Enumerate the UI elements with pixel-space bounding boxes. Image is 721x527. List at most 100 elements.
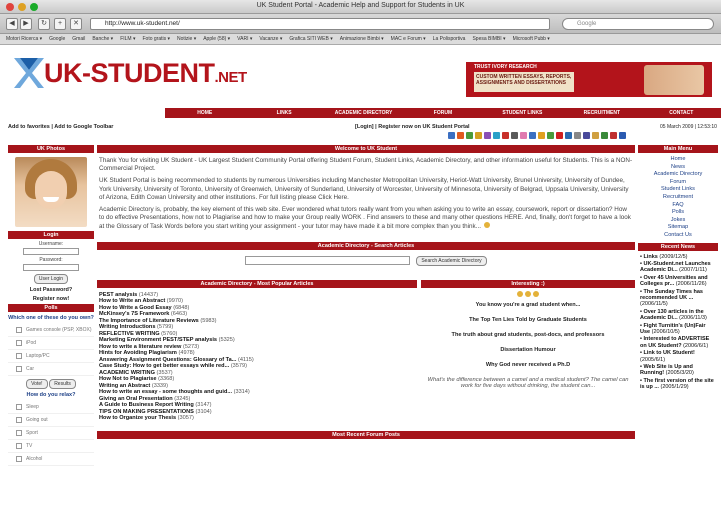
- nav-item-home[interactable]: HOME: [165, 108, 244, 118]
- checkbox[interactable]: [16, 340, 22, 346]
- checkbox[interactable]: [16, 417, 22, 423]
- share-icon[interactable]: [556, 132, 563, 139]
- poll-option[interactable]: TV: [8, 440, 94, 453]
- share-icon[interactable]: [601, 132, 608, 139]
- poll-option[interactable]: Laptop/PC: [8, 350, 94, 363]
- bookmark-item[interactable]: Notizie ▾: [177, 34, 196, 44]
- news-item[interactable]: • Links (2009/12/5): [640, 254, 716, 260]
- bookmark-item[interactable]: Spesa BIMBI ▾: [472, 34, 505, 44]
- search-directory-button[interactable]: Search Academic Directory: [416, 255, 487, 266]
- share-icon[interactable]: [547, 132, 554, 139]
- news-item[interactable]: • Web Site is Up and Running! (2005/3/20…: [640, 364, 716, 377]
- bookmark-item[interactable]: Microsoft Pubb ▾: [513, 34, 550, 44]
- share-icon[interactable]: [583, 132, 590, 139]
- poll-option[interactable]: Sleep: [8, 401, 94, 414]
- bookmark-item[interactable]: Gmail: [72, 34, 85, 44]
- url-input[interactable]: http://www.uk-student.net/: [90, 18, 550, 30]
- nav-item-forum[interactable]: FORUM: [403, 108, 482, 118]
- news-item[interactable]: • The Sunday Times has recommended UK ..…: [640, 289, 716, 308]
- menu-item-faq[interactable]: FAQ: [638, 202, 718, 210]
- news-item[interactable]: • The first version of the site is up ..…: [640, 378, 716, 391]
- bookmark-item[interactable]: Apple (58) ▾: [203, 34, 230, 44]
- bookmark-item[interactable]: Grafica SITI WEB ▾: [289, 34, 332, 44]
- menu-item-news[interactable]: News: [638, 164, 718, 172]
- checkbox[interactable]: [16, 327, 22, 333]
- menu-item-jokes[interactable]: Jokes: [638, 217, 718, 225]
- news-item[interactable]: • Interested to ADVERTISE on UK Student?…: [640, 336, 716, 349]
- nav-item-contact[interactable]: CONTACT: [642, 108, 721, 118]
- bookmark-item[interactable]: FILM ▾: [120, 34, 135, 44]
- share-icon[interactable]: [529, 132, 536, 139]
- reload-icon[interactable]: ↻: [38, 18, 50, 30]
- share-icon[interactable]: [493, 132, 500, 139]
- share-icon[interactable]: [502, 132, 509, 139]
- x-icon[interactable]: ✕: [70, 18, 82, 30]
- interesting-link[interactable]: The truth about grad students, post-docs…: [421, 332, 635, 338]
- menu-item-home[interactable]: Home: [638, 156, 718, 164]
- bookmark-item[interactable]: La Polisportiva: [433, 34, 466, 44]
- nav-item-student-links[interactable]: STUDENT LINKS: [483, 108, 562, 118]
- share-icon[interactable]: [457, 132, 464, 139]
- poll-option[interactable]: Games console (PSP, XBOX): [8, 324, 94, 337]
- login-register-links[interactable]: [Login] | Register now on UK Student Por…: [355, 124, 470, 130]
- bookmark-item[interactable]: Google: [49, 34, 65, 44]
- share-icon[interactable]: [565, 132, 572, 139]
- add-bookmark-icon[interactable]: +: [54, 18, 66, 30]
- results-button[interactable]: Results: [49, 379, 76, 389]
- forward-icon[interactable]: ▶: [20, 18, 32, 30]
- poll-option[interactable]: iPod: [8, 337, 94, 350]
- menu-item-recruitment[interactable]: Recruitment: [638, 194, 718, 202]
- share-icon[interactable]: [484, 132, 491, 139]
- nav-item-links[interactable]: LINKS: [244, 108, 323, 118]
- bookmark-item[interactable]: Animazione Bimbi ▾: [340, 34, 384, 44]
- menu-item-forum[interactable]: Forum: [638, 179, 718, 187]
- register-link[interactable]: Register now!: [8, 296, 94, 302]
- poll-option[interactable]: Car: [8, 363, 94, 376]
- bookmark-item[interactable]: Foto gratis ▾: [142, 34, 170, 44]
- share-icon[interactable]: [538, 132, 545, 139]
- ad-banner[interactable]: TRUST IVORY RESEARCH CUSTOM WRITTEN ESSA…: [466, 62, 712, 97]
- share-icon[interactable]: [592, 132, 599, 139]
- menu-item-sitemap[interactable]: Sitemap: [638, 224, 718, 232]
- user-login-button[interactable]: User Login: [33, 274, 69, 284]
- favorites-links[interactable]: Add to favorites | Add to Google Toolbar: [8, 124, 113, 130]
- share-icon[interactable]: [475, 132, 482, 139]
- news-item[interactable]: • Fight Turnitin's (Un)Fair Use (2006/10…: [640, 323, 716, 336]
- bookmark-item[interactable]: Banche ▾: [92, 34, 113, 44]
- share-icon[interactable]: [466, 132, 473, 139]
- lost-password-link[interactable]: Lost Password?: [8, 287, 94, 293]
- checkbox[interactable]: [16, 443, 22, 449]
- bookmark-item[interactable]: MAC e Forum ▾: [391, 34, 426, 44]
- checkbox[interactable]: [16, 353, 22, 359]
- share-icon[interactable]: [619, 132, 626, 139]
- nav-item-academic-directory[interactable]: ACADEMIC DIRECTORY: [324, 108, 403, 118]
- interesting-link[interactable]: The Top Ten Lies Told by Graduate Studen…: [421, 317, 635, 323]
- bookmark-item[interactable]: VARI ▾: [237, 34, 252, 44]
- site-logo[interactable]: UK-STUDENT.NET: [44, 58, 247, 89]
- article-search-input[interactable]: [245, 255, 411, 265]
- nav-item-recruitment[interactable]: RECRUITMENT: [562, 108, 641, 118]
- interesting-link[interactable]: Why God never received a Ph.D: [421, 362, 635, 368]
- back-icon[interactable]: ◀: [6, 18, 18, 30]
- share-icon[interactable]: [511, 132, 518, 139]
- vote-button[interactable]: Vote!: [26, 379, 48, 389]
- password-field[interactable]: [23, 264, 79, 271]
- menu-item-polls[interactable]: Polls: [638, 209, 718, 217]
- news-item[interactable]: • Over 45 Universities and Colleges pr..…: [640, 275, 716, 288]
- username-field[interactable]: [23, 248, 79, 255]
- news-item[interactable]: • UK-Student.net Launches Academic Di...…: [640, 261, 716, 274]
- article-link[interactable]: How to Organize your Thesis (3057): [99, 415, 415, 422]
- interesting-link[interactable]: Dissertation Humour: [421, 347, 635, 353]
- poll-option[interactable]: Sport: [8, 427, 94, 440]
- share-icon[interactable]: [574, 132, 581, 139]
- news-item[interactable]: • Link to UK Student! (2005/6/1): [640, 350, 716, 363]
- checkbox[interactable]: [16, 456, 22, 462]
- poll-option[interactable]: Going out: [8, 414, 94, 427]
- news-item[interactable]: • Over 130 articles in the Academic Di..…: [640, 309, 716, 322]
- bookmark-item[interactable]: Motori Ricerca ▾: [6, 34, 42, 44]
- menu-item-academic-directory[interactable]: Academic Directory: [638, 171, 718, 179]
- menu-item-contact-us[interactable]: Contact Us: [638, 232, 718, 240]
- checkbox[interactable]: [16, 366, 22, 372]
- interesting-link[interactable]: You know you're a grad student when...: [421, 302, 635, 308]
- poll-option[interactable]: Alcohol: [8, 453, 94, 466]
